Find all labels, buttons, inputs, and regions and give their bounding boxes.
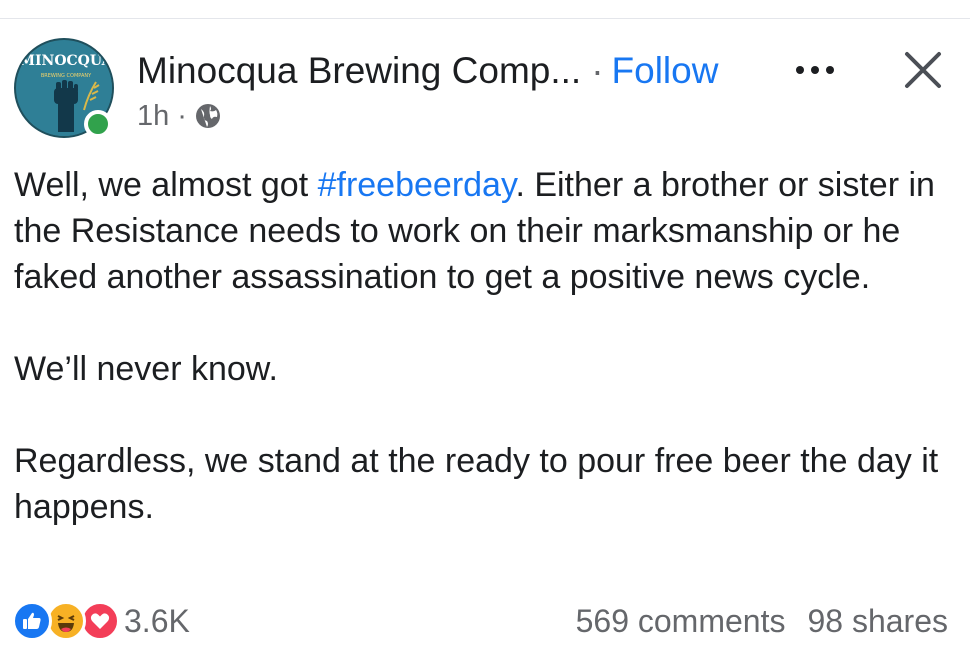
post-text: Well, we almost got #freebeerday. Either…	[14, 162, 954, 530]
online-status-badge	[84, 110, 112, 138]
post-paragraph: Regardless, we stand at the ready to pou…	[14, 442, 939, 526]
post-meta: 1h ·	[137, 98, 221, 134]
post-text-segment: Well, we almost got	[14, 166, 318, 204]
top-divider	[0, 18, 970, 19]
author-name-link[interactable]: Minocqua Brewing Comp...	[137, 50, 581, 92]
reaction-icons	[12, 598, 136, 644]
engagement-stats: 569 comments 98 shares	[576, 598, 948, 644]
comments-count-link[interactable]: 569 comments	[576, 603, 786, 640]
close-icon[interactable]	[903, 50, 943, 90]
more-options-icon[interactable]	[792, 60, 838, 80]
globe-icon	[195, 103, 221, 129]
post-header: Minocqua Brewing Comp... · Follow	[137, 48, 718, 94]
hashtag-link[interactable]: #freebeerday	[318, 166, 516, 204]
reactions-summary[interactable]: 3.6K	[12, 598, 190, 644]
separator-dot: ·	[591, 50, 604, 91]
like-icon	[12, 601, 52, 641]
separator-dot: ·	[177, 99, 187, 132]
avatar-subtitle-text: BREWING COMPANY	[41, 73, 92, 79]
haha-icon	[46, 601, 86, 641]
post-timestamp[interactable]: 1h	[137, 100, 169, 133]
shares-count-link[interactable]: 98 shares	[807, 603, 948, 640]
love-icon	[80, 601, 120, 641]
avatar-title-text: MINOCQUA	[19, 53, 113, 69]
post-paragraph: Well, we almost got #freebeerday. Either…	[14, 162, 954, 300]
post-paragraph: We’ll never know.	[14, 350, 278, 388]
follow-button[interactable]: Follow	[612, 50, 719, 92]
